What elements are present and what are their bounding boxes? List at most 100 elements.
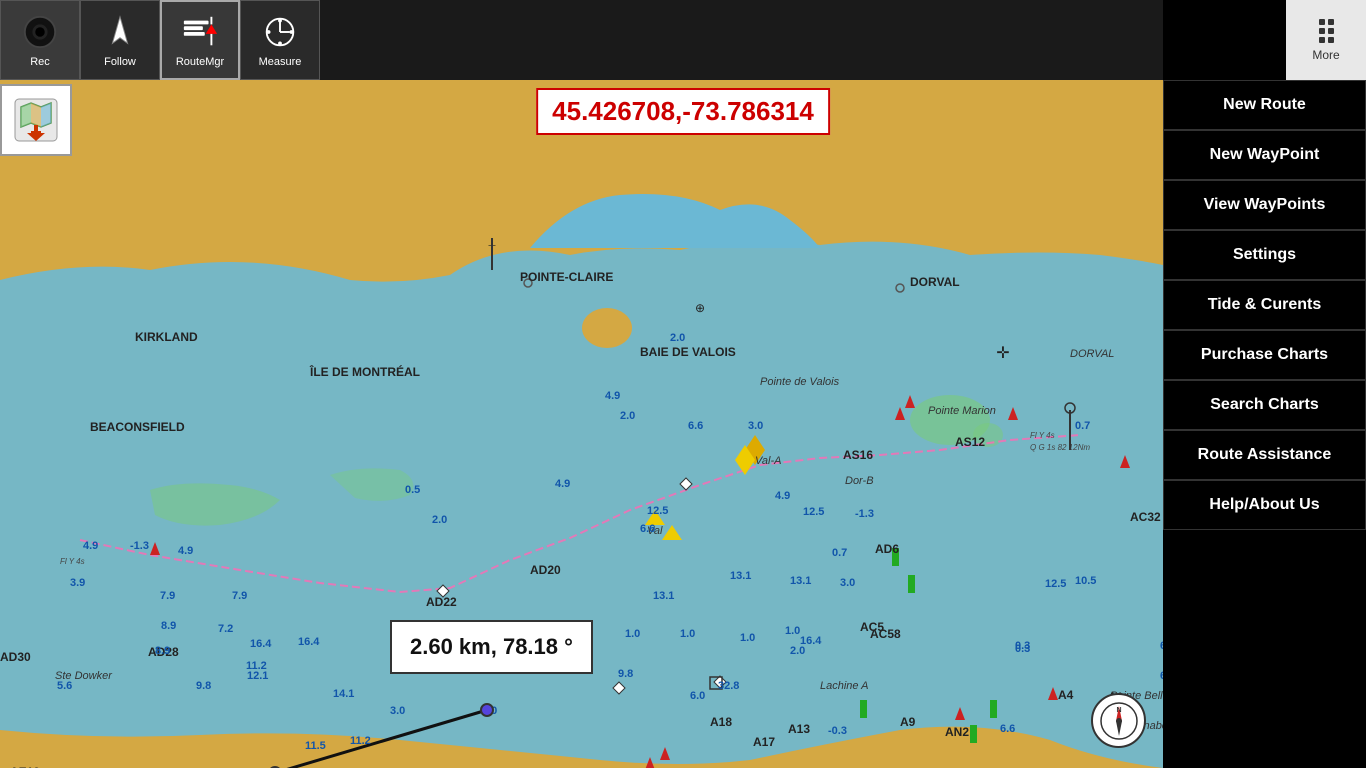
- map-label: AC5: [860, 620, 884, 634]
- depth-label: 7.9: [232, 590, 247, 602]
- depth-label: 3.9: [70, 577, 85, 589]
- map-label: AD30: [0, 650, 31, 664]
- more-icon: [1319, 19, 1334, 43]
- depth-label: 10.5: [1075, 575, 1096, 587]
- depth-label: 7.9: [160, 590, 175, 602]
- measure-popup: 2.60 km, 78.18 °: [390, 620, 593, 674]
- tide-currents-button[interactable]: Tide & Curents: [1163, 280, 1366, 330]
- svg-text:⊕: ⊕: [695, 301, 705, 315]
- depth-label: 6.6: [688, 420, 703, 432]
- map-label: AS12: [955, 435, 985, 449]
- map-label: A4: [1058, 688, 1073, 702]
- search-charts-button[interactable]: Search Charts: [1163, 380, 1366, 430]
- map-label: Dor-B: [845, 475, 874, 487]
- routemgr-button[interactable]: RouteMgr: [160, 0, 240, 80]
- help-about-button[interactable]: Help/About Us: [1163, 480, 1366, 530]
- map-label: AD28: [148, 645, 179, 659]
- depth-label: 11.2: [246, 660, 267, 672]
- depth-label: 0.3: [1015, 640, 1030, 652]
- depth-label: 1.0: [680, 628, 695, 640]
- rec-button[interactable]: Rec: [0, 0, 80, 80]
- svg-text:Fl Y 4s: Fl Y 4s: [1030, 431, 1055, 440]
- depth-label: 8.9: [161, 620, 176, 632]
- depth-label: 9.8: [618, 668, 633, 680]
- depth-label: 0.5: [405, 484, 420, 496]
- depth-label: 0.7: [1075, 420, 1090, 432]
- depth-label: 7.2: [218, 623, 233, 635]
- depth-label: 8.9: [155, 645, 170, 657]
- map-canvas: ✛ ⊕ ⊤ Fl Y 4s Fl Y 4s Q G 1s 82 12Nm: [0, 80, 1163, 768]
- map-label: A18: [710, 715, 732, 729]
- map-label: A13: [788, 722, 810, 736]
- depth-label: 16.4: [298, 636, 319, 648]
- depth-label: 12.5: [1045, 578, 1066, 590]
- depth-label: 32.8: [718, 680, 739, 692]
- depth-label: -1.3: [855, 508, 874, 520]
- compass-button[interactable]: N: [1091, 693, 1146, 748]
- map-label: AC58: [870, 627, 901, 641]
- map-label: DORVAL: [910, 275, 960, 289]
- map-label: AD22: [426, 595, 457, 609]
- svg-text:Fl Y 4s: Fl Y 4s: [60, 557, 85, 566]
- depth-label: 4.9: [83, 540, 98, 552]
- depth-label: 6.0: [690, 690, 705, 702]
- compass-icon: N: [1099, 701, 1139, 741]
- measure-icon: [260, 12, 300, 52]
- map-label: AS16: [843, 448, 873, 462]
- follow-label: Follow: [104, 56, 136, 68]
- depth-label: 13.1: [790, 575, 811, 587]
- purchase-charts-button[interactable]: Purchase Charts: [1163, 330, 1366, 380]
- download-icon: [11, 95, 61, 145]
- rec-icon: [20, 12, 60, 52]
- map-label: BEACONSFIELD: [90, 420, 185, 434]
- map-area[interactable]: ✛ ⊕ ⊤ Fl Y 4s Fl Y 4s Q G 1s 82 12Nm: [0, 80, 1163, 768]
- follow-icon: [100, 12, 140, 52]
- depth-label: 12.5: [803, 506, 824, 518]
- svg-text:Q G 1s 82 12Nm: Q G 1s 82 12Nm: [1030, 443, 1090, 452]
- depth-label: 2.0: [620, 410, 635, 422]
- depth-label: 4.9: [605, 390, 620, 402]
- svg-text:N: N: [1116, 707, 1121, 714]
- new-route-button[interactable]: New Route: [1163, 80, 1366, 130]
- depth-label: -1.3: [130, 540, 149, 552]
- right-panel: New Route New WayPoint View WayPoints Se…: [1163, 0, 1366, 768]
- view-waypoints-button[interactable]: View WayPoints: [1163, 180, 1366, 230]
- depth-label: 0.7: [832, 547, 847, 559]
- depth-label: 2.0: [670, 332, 685, 344]
- depth-label: 0.3: [1015, 643, 1030, 655]
- measure-label: Measure: [259, 56, 302, 68]
- new-waypoint-button[interactable]: New WayPoint: [1163, 130, 1366, 180]
- depth-label: 3.0: [748, 420, 763, 432]
- depth-label: 16.4: [250, 638, 271, 650]
- depth-label: 3.0: [390, 705, 405, 717]
- coordinates-value: 45.426708,-73.786314: [552, 96, 814, 126]
- map-label: AC32: [1130, 510, 1161, 524]
- download-button[interactable]: [0, 84, 72, 156]
- depth-label: 4.9: [178, 545, 193, 557]
- map-label: AN2: [945, 725, 969, 739]
- measure-button[interactable]: Measure: [240, 0, 320, 80]
- map-label: A9: [900, 715, 915, 729]
- depth-label: 13.1: [653, 590, 674, 602]
- depth-label: 12.5: [647, 505, 668, 517]
- map-label: Lachine A: [820, 680, 869, 692]
- map-label: A17: [753, 735, 775, 749]
- depth-label: -0.3: [828, 725, 847, 737]
- more-button[interactable]: More: [1286, 0, 1366, 80]
- depth-label: 12.1: [247, 670, 268, 682]
- depth-label: 16.4: [800, 635, 821, 647]
- depth-label: 2.0: [432, 514, 447, 526]
- svg-text:✛: ✛: [996, 345, 1009, 362]
- waypoint-end: [480, 703, 494, 717]
- follow-button[interactable]: Follow: [80, 0, 160, 80]
- settings-button[interactable]: Settings: [1163, 230, 1366, 280]
- map-label: AD6: [875, 542, 899, 556]
- map-label: Val: [647, 525, 663, 537]
- route-assistance-button[interactable]: Route Assistance: [1163, 430, 1366, 480]
- depth-label: 6.6: [1000, 723, 1015, 735]
- map-label: KIRKLAND: [135, 330, 198, 344]
- map-label: Pointe de Valois: [760, 376, 839, 388]
- more-label: More: [1312, 48, 1339, 62]
- depth-label: 11.5: [305, 740, 326, 752]
- depth-label: 6.6: [640, 523, 655, 535]
